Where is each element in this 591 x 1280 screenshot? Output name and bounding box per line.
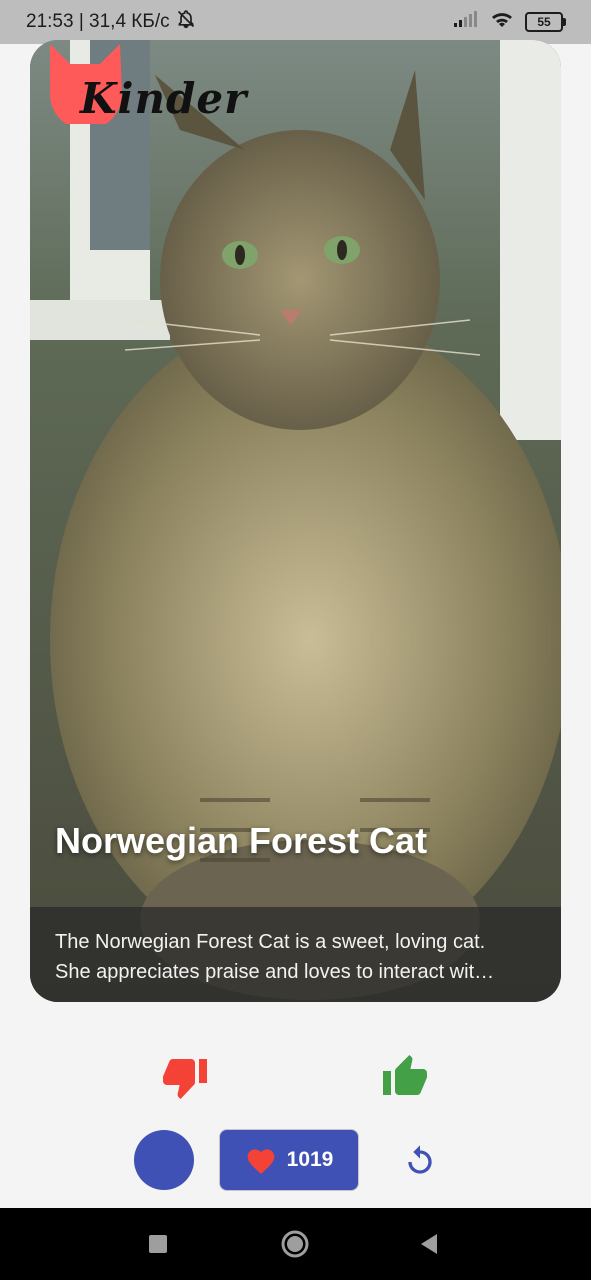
system-nav-bar	[0, 1208, 591, 1280]
status-bar: 21:53 | 31,4 КБ/с 55	[0, 0, 591, 44]
battery-icon: 55	[525, 12, 566, 32]
likes-count: 1019	[286, 1148, 334, 1171]
dislike-button[interactable]	[158, 1050, 212, 1104]
refresh-button[interactable]	[398, 1140, 442, 1184]
description-line-1: The Norwegian Forest Cat is a sweet, lov…	[55, 931, 486, 953]
thumbs-down-icon	[163, 1059, 207, 1099]
status-time: 21:53 | 31,4 КБ/с	[26, 11, 170, 32]
circle-home-icon[interactable]	[279, 1228, 311, 1260]
theme-toggle-button[interactable]	[134, 1130, 194, 1190]
refresh-icon	[408, 1145, 432, 1174]
wifi-icon	[489, 9, 515, 35]
cat-name: Norwegian Forest Cat	[55, 820, 428, 861]
bell-off-icon	[176, 9, 196, 35]
app-logo-text: Kinder	[80, 74, 248, 123]
like-button[interactable]	[378, 1050, 432, 1104]
moon-icon	[154, 1147, 167, 1173]
description-panel: The Norwegian Forest Cat is a sweet, lov…	[30, 907, 561, 1002]
heart-icon	[247, 1149, 274, 1174]
description-line-2: She appreciates praise and loves to inte…	[55, 961, 495, 983]
signal-icon	[453, 10, 479, 34]
triangle-back-icon[interactable]	[413, 1228, 445, 1260]
thumbs-up-icon	[383, 1055, 427, 1095]
liked-cats-button[interactable]: 1019	[219, 1129, 359, 1191]
square-recents-icon[interactable]	[142, 1228, 174, 1260]
bottom-controls: 1019	[0, 1128, 591, 1194]
